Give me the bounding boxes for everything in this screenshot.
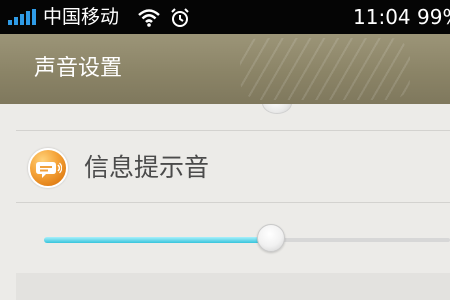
- alarm-clock-icon: [171, 8, 189, 27]
- carrier-name: 中国移动: [43, 6, 120, 28]
- status-time: 11:04: [353, 5, 411, 29]
- title-bar: 声音设置: [0, 34, 450, 104]
- next-row-partial: [16, 273, 450, 300]
- divider: [16, 202, 450, 203]
- page-title: 声音设置: [34, 56, 123, 81]
- status-time-battery: 11:04 99%: [353, 5, 450, 29]
- battery-percentage: 99%: [417, 5, 450, 29]
- settings-content: 信息提示音: [0, 104, 450, 300]
- status-bar: 中国移动 11:04 99%: [0, 0, 450, 34]
- title-bar-texture: [240, 38, 410, 100]
- message-tone-row[interactable]: 信息提示音: [16, 131, 450, 203]
- message-tone-label: 信息提示音: [84, 153, 210, 182]
- message-tone-volume-slider[interactable]: [16, 217, 450, 265]
- previous-slider-thumb[interactable]: [262, 104, 292, 114]
- slider-fill: [44, 237, 272, 243]
- slider-thumb[interactable]: [257, 224, 286, 252]
- signal-bars-icon: [8, 9, 38, 25]
- wifi-icon: [138, 9, 160, 27]
- message-bubble-icon: [28, 148, 68, 188]
